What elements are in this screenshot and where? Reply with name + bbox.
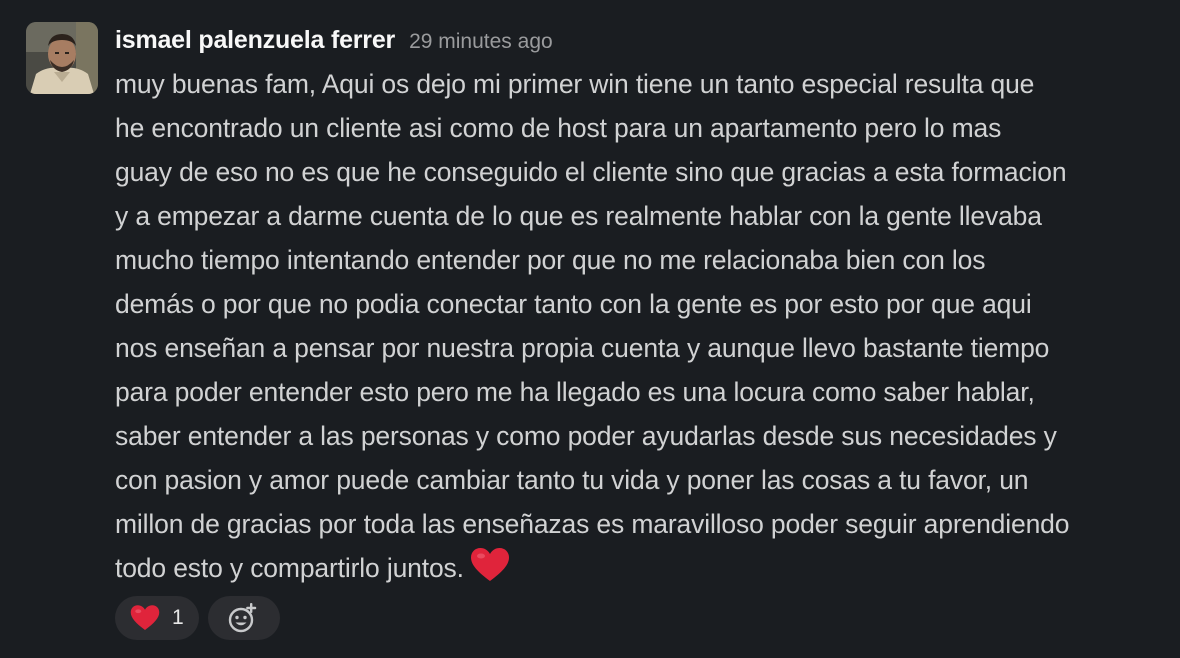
message-line: con pasion y amor puede cambiar tanto tu…: [115, 465, 1029, 495]
message-line: muy buenas fam, Aqui os dejo mi primer w…: [115, 69, 1035, 99]
avatar-image: [26, 22, 98, 94]
heart-icon: [470, 547, 510, 583]
slack-message-view: ismael palenzuela ferrer 29 minutes ago …: [0, 0, 1180, 658]
message-line: todo esto y compartirlo juntos.: [115, 553, 464, 583]
reaction-count: 1: [172, 606, 184, 629]
message-body: muy buenas fam, Aqui os dejo mi primer w…: [115, 62, 1177, 590]
message-line: guay de eso no es que he conseguido el c…: [115, 157, 1067, 187]
timestamp[interactable]: 29 minutes ago: [409, 20, 553, 64]
message-content: ismael palenzuela ferrer 29 minutes ago …: [115, 18, 1177, 590]
add-emoji-icon: [228, 603, 257, 633]
reaction-heart-button[interactable]: 1: [115, 596, 199, 640]
message-line: demás o por que no podia conectar tanto …: [115, 289, 1032, 319]
message: ismael palenzuela ferrer 29 minutes ago …: [0, 0, 1180, 658]
message-line: mucho tiempo intentando entender por que…: [115, 245, 986, 275]
message-line: para poder entender esto pero me ha lleg…: [115, 377, 1035, 407]
author-name[interactable]: ismael palenzuela ferrer: [115, 18, 395, 62]
message-line: he encontrado un cliente asi como de hos…: [115, 113, 1002, 143]
message-line: nos enseñan a pensar por nuestra propia …: [115, 333, 1050, 363]
add-reaction-button[interactable]: [208, 596, 280, 640]
message-line: saber entender a las personas y como pod…: [115, 421, 1057, 451]
avatar[interactable]: [26, 22, 98, 94]
reactions-bar: 1: [115, 596, 280, 640]
message-line: y a empezar a darme cuenta de lo que es …: [115, 201, 1042, 231]
message-header: ismael palenzuela ferrer 29 minutes ago: [115, 18, 1177, 62]
heart-icon: [130, 605, 160, 630]
message-line: millon de gracias por toda las enseñazas…: [115, 509, 1070, 539]
